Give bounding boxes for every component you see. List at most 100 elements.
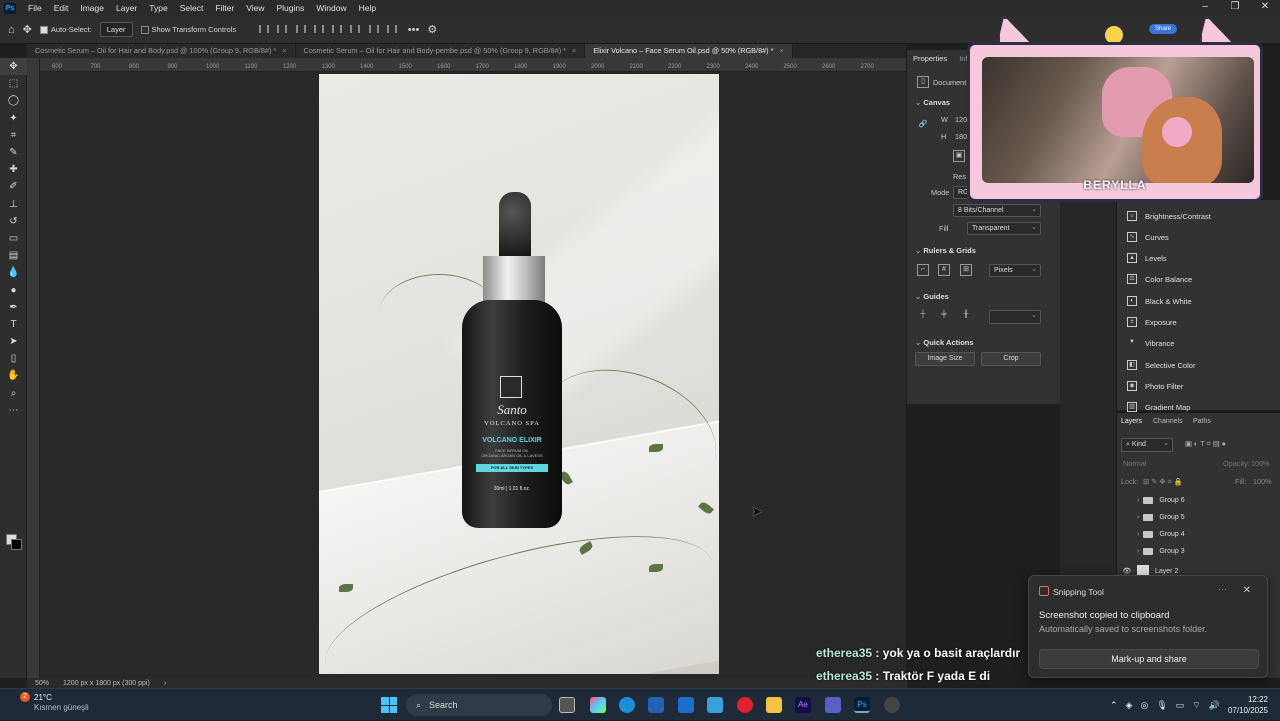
guide-style-dropdown[interactable]	[989, 310, 1041, 324]
tab-channels[interactable]: Channels	[1153, 418, 1183, 425]
fill-value[interactable]: 100%	[1253, 477, 1272, 486]
adj-black-white[interactable]: ◐ Black & White	[1127, 296, 1192, 306]
volume-icon[interactable]: 🔊	[1209, 700, 1220, 711]
menu-view[interactable]: View	[240, 0, 270, 16]
more-options-icon[interactable]: •••	[408, 24, 420, 36]
blur-tool-icon[interactable]: 💧	[0, 264, 27, 281]
auto-select-checkbox[interactable]: Auto-Select:	[39, 25, 92, 34]
menu-plugins[interactable]: Plugins	[270, 0, 310, 16]
close-tab-icon[interactable]: ×	[779, 46, 783, 55]
expand-chevron-icon[interactable]: ›	[1137, 514, 1139, 521]
status-arrow-icon[interactable]: ›	[164, 680, 166, 687]
transform-controls-checkbox[interactable]: Show Transform Controls	[140, 25, 236, 34]
adj-vibrance[interactable]: ▼ Vibrance	[1127, 338, 1174, 348]
menu-layer[interactable]: Layer	[110, 0, 143, 16]
menu-image[interactable]: Image	[74, 0, 110, 16]
layer-row[interactable]: › Group 4	[1117, 526, 1280, 542]
adj-curves[interactable]: ∿ Curves	[1127, 232, 1169, 242]
path-selection-icon[interactable]: ➤	[0, 333, 27, 350]
move-tool-icon[interactable]: ✥	[0, 58, 27, 76]
menu-type[interactable]: Type	[143, 0, 173, 16]
weather-widget[interactable]: 21°C Kısmen güneşli	[34, 693, 89, 713]
menu-filter[interactable]: Filter	[209, 0, 240, 16]
teams-icon[interactable]	[825, 697, 841, 713]
adj-photo-filter[interactable]: ◉ Photo Filter	[1127, 381, 1183, 391]
taskbar-search[interactable]: ⌕ Search	[406, 694, 552, 716]
store-icon[interactable]	[648, 697, 664, 713]
opera-icon[interactable]	[737, 697, 753, 713]
more-icon[interactable]: ···	[1218, 584, 1227, 594]
photoshop-taskbar-icon[interactable]: Ps	[854, 697, 870, 713]
type-tool-icon[interactable]: T	[0, 316, 27, 333]
clock[interactable]: 12:22 07/10/2025	[1228, 694, 1268, 716]
distribute-icon[interactable]	[313, 24, 324, 33]
outlook-icon[interactable]	[678, 697, 694, 713]
share-button[interactable]: Share	[1149, 24, 1178, 34]
pen-tool-icon[interactable]: ✒	[0, 299, 27, 316]
adj-gradient-map[interactable]: ▥ Gradient Map	[1127, 402, 1190, 412]
location-icon[interactable]: ◎	[1140, 700, 1148, 711]
layer-row[interactable]: › Group 5	[1117, 509, 1280, 525]
tab-cosmetic-serum[interactable]: Cosmetic Serum – Oil for Hair and Body.p…	[27, 44, 296, 58]
dodge-tool-icon[interactable]: ●	[0, 281, 27, 298]
task-view-icon[interactable]	[559, 697, 575, 713]
align-center-icon[interactable]	[277, 24, 288, 33]
align-middle-icon[interactable]	[350, 24, 361, 33]
restore-icon[interactable]: ❐	[1220, 0, 1250, 16]
after-effects-icon[interactable]: Ae	[795, 697, 811, 713]
edge-browser-icon[interactable]	[619, 697, 635, 713]
opacity-value[interactable]: 100%	[1251, 459, 1270, 468]
home-icon[interactable]: ⌂	[8, 24, 15, 36]
adj-brightness-contrast[interactable]: ☼ Brightness/Contrast	[1127, 211, 1211, 221]
obs-icon[interactable]	[884, 697, 900, 713]
align-bottom-icon[interactable]	[368, 24, 379, 33]
menu-help[interactable]: Help	[353, 0, 382, 16]
monitor-app-icon[interactable]	[707, 697, 723, 713]
expand-chevron-icon[interactable]: ›	[1137, 548, 1139, 555]
wifi-icon[interactable]: ⌔	[1192, 700, 1200, 711]
marquee-tool-icon[interactable]: ⬚	[0, 75, 27, 92]
shape-tool-icon[interactable]: ▯	[0, 350, 27, 367]
tab-paths[interactable]: Paths	[1193, 418, 1211, 425]
layer-row[interactable]: › Group 6	[1117, 492, 1280, 508]
ruler-units-dropdown[interactable]: Pixels	[989, 264, 1041, 277]
distribute-vertical-icon[interactable]	[386, 24, 397, 33]
adj-exposure[interactable]: ± Exposure	[1127, 317, 1177, 327]
eye-icon[interactable]: 👁	[1117, 567, 1137, 575]
filter-icons[interactable]: ▣ ◐ T ⌗ ▤ ●	[1185, 439, 1226, 449]
tab-elixir-volcano[interactable]: Elixir Volcano – Face Serum Oil.psd @ 50…	[585, 44, 793, 58]
minimize-icon[interactable]: –	[1190, 0, 1220, 16]
align-right-icon[interactable]	[295, 24, 306, 33]
pixel-grid-icon[interactable]: ⊞	[960, 264, 972, 276]
align-left-icon[interactable]	[259, 24, 270, 33]
adj-levels[interactable]: ▲ Levels	[1127, 253, 1167, 263]
crop-button[interactable]: Crop	[981, 352, 1041, 366]
menu-select[interactable]: Select	[174, 0, 210, 16]
fill-dropdown[interactable]: Transparent	[967, 222, 1041, 235]
blend-mode-dropdown[interactable]: Normal	[1123, 459, 1147, 468]
background-color-swatch[interactable]	[11, 539, 22, 550]
adj-selective-color[interactable]: ◧ Selective Color	[1127, 360, 1195, 370]
settings-gear-icon[interactable]: ⚙	[427, 23, 437, 36]
tray-chevron-icon[interactable]: ⌃	[1110, 700, 1118, 711]
healing-brush-icon[interactable]: ✚	[0, 161, 27, 178]
zoom-tool-icon[interactable]: ⌕	[0, 385, 27, 402]
quick-actions-section-header[interactable]: Quick Actions	[915, 338, 973, 347]
guides-section-header[interactable]: Guides	[915, 292, 948, 301]
battery-icon[interactable]: ▭	[1176, 700, 1185, 711]
more-tools-icon[interactable]: ⋯	[0, 402, 27, 419]
history-brush-icon[interactable]: ↺	[0, 213, 27, 230]
close-tab-icon[interactable]: ×	[572, 46, 576, 55]
microphone-icon[interactable]: 🎙	[1156, 700, 1167, 711]
gradient-tool-icon[interactable]: ▤	[0, 247, 27, 264]
eraser-tool-icon[interactable]: ▭	[0, 230, 27, 247]
menu-file[interactable]: File	[22, 0, 48, 16]
move-tool-icon[interactable]: ✥	[23, 23, 32, 36]
crop-tool-icon[interactable]: ⌗	[0, 127, 27, 144]
layer-filter-kind[interactable]: ⌕ Kind	[1121, 438, 1173, 452]
rulers-grids-section-header[interactable]: Rulers & Grids	[915, 246, 976, 255]
file-explorer-icon[interactable]	[766, 697, 782, 713]
tab-layers[interactable]: Layers	[1121, 418, 1142, 425]
close-icon[interactable]: ✕	[1243, 585, 1251, 596]
menu-edit[interactable]: Edit	[48, 0, 75, 16]
